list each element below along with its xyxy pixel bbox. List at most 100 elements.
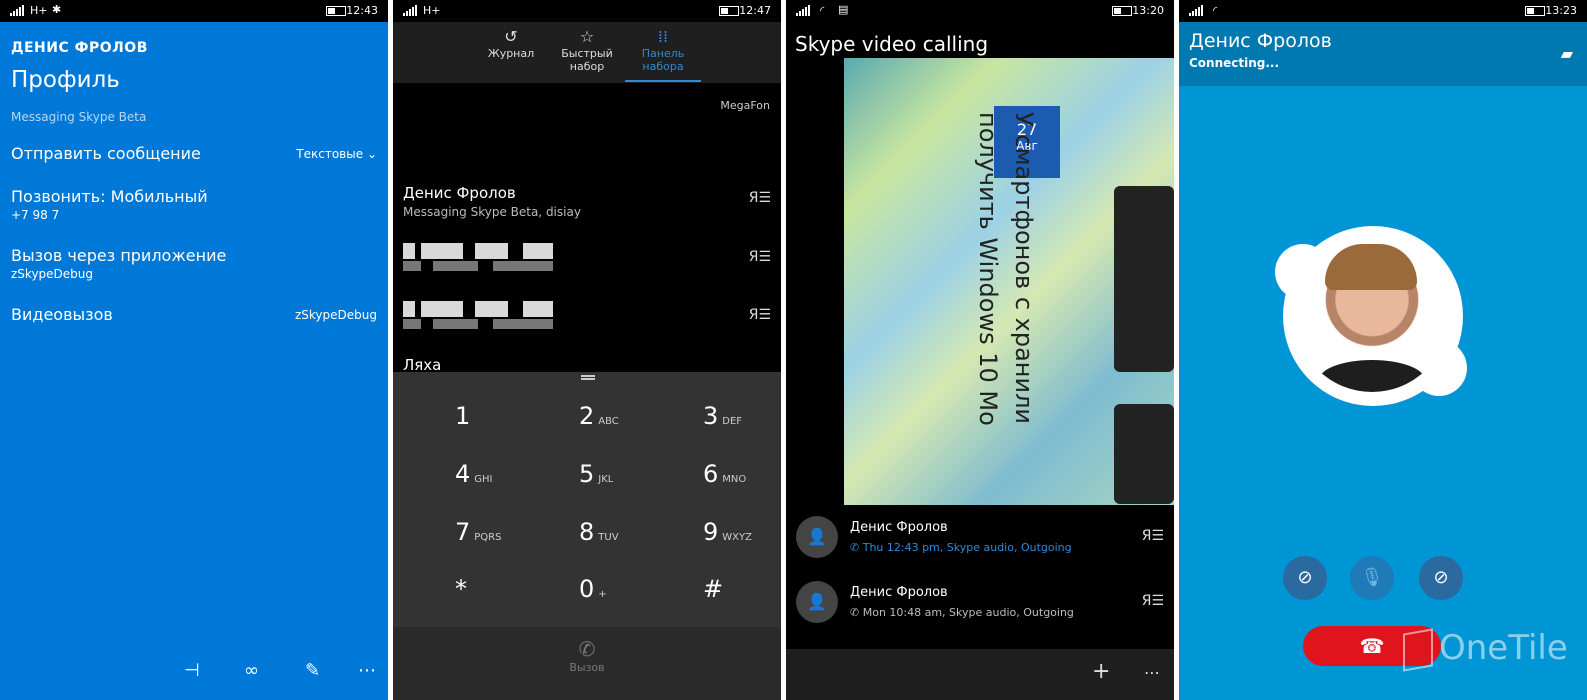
key-5[interactable]: 5 JKL xyxy=(579,460,659,500)
app-bar: ⊣ ∞ ✎ ⋯ xyxy=(0,642,388,700)
key-hash[interactable]: # xyxy=(703,575,781,615)
tab-history[interactable]: ↺ Журнал xyxy=(473,27,549,61)
key-letters: JKL xyxy=(598,474,614,485)
key-9[interactable]: 9 WXYZ xyxy=(703,518,781,558)
drag-handle[interactable] xyxy=(581,375,595,380)
key-letters: GHI xyxy=(474,474,493,485)
battery-icon xyxy=(719,6,739,16)
app-call-action[interactable]: Вызов через приложение zSkypeDebug xyxy=(11,246,377,281)
send-message-action[interactable]: Отправить сообщение Текстовые ⌄ xyxy=(11,144,377,163)
contact-card-icon[interactable]: Я☰ xyxy=(1142,528,1164,544)
key-8[interactable]: 8 TUV xyxy=(579,518,659,558)
add-icon[interactable]: + xyxy=(1092,659,1110,684)
video-text-line2: получить Windows 10 Mo xyxy=(974,112,1002,426)
history-icon: ↺ xyxy=(504,27,518,46)
list-item[interactable]: Денис Фролов Messaging Skype Beta, disia… xyxy=(403,184,771,219)
app-call-label: Вызов через приложение xyxy=(11,246,227,265)
more-icon[interactable]: ⋯ xyxy=(1144,663,1160,682)
key-digit: # xyxy=(703,575,724,603)
clock: 13:20 xyxy=(1132,4,1164,17)
clock: 13:23 xyxy=(1545,4,1577,17)
key-digit: 0 xyxy=(579,575,595,603)
signal-icon xyxy=(403,5,417,16)
video-call-action[interactable]: Видеовызов zSkypeDebug xyxy=(11,305,377,324)
history-detail-text: Thu 12:43 pm, Skype audio, Outgoing xyxy=(862,541,1072,554)
key-letters: TUV xyxy=(598,532,619,543)
key-2[interactable]: 2 ABC xyxy=(579,402,659,442)
carrier-name: MegaFon xyxy=(720,99,770,112)
phone-icon: ✆ xyxy=(850,541,863,554)
contact-card-icon[interactable]: Я☰ xyxy=(749,190,771,206)
watermark-text: OneTile xyxy=(1439,628,1568,668)
key-0[interactable]: 0 + xyxy=(579,575,659,615)
battery-icon xyxy=(1112,6,1132,16)
key-digit: 2 xyxy=(579,402,595,430)
key-star[interactable]: * xyxy=(455,575,535,615)
list-item[interactable]: Я☰ xyxy=(403,243,771,271)
star-icon: ☆ xyxy=(579,27,595,46)
key-7[interactable]: 7 PQRS xyxy=(455,518,535,558)
tab-label: Быстрый набор xyxy=(561,47,613,73)
key-letters: DEF xyxy=(722,416,743,427)
tab-speed-dial[interactable]: ☆ Быстрый набор xyxy=(549,27,625,74)
clock: 12:43 xyxy=(346,4,378,17)
video-preview[interactable]: 27 Авг У смартфонов с хранили получить Wi… xyxy=(844,58,1174,505)
tab-dialpad[interactable]: ⁞⁞ Панель набора xyxy=(625,29,701,74)
edit-icon[interactable]: ✎ xyxy=(305,660,320,681)
history-name: Денис Фролов xyxy=(850,585,948,600)
call-mobile-action[interactable]: Позвонить: Мобильный +7 98 7 xyxy=(11,187,377,222)
microphone-icon: 🎙 xyxy=(1360,567,1384,588)
contact-card-icon[interactable]: Я☰ xyxy=(749,307,771,323)
signal-icon xyxy=(1189,5,1203,16)
contact-card-icon[interactable]: Я☰ xyxy=(749,249,771,265)
key-letters: WXYZ xyxy=(722,532,752,543)
key-3[interactable]: 3 DEF xyxy=(703,402,781,442)
blurred-name xyxy=(403,301,553,317)
active-tab-indicator xyxy=(625,80,701,82)
pin-icon[interactable]: ⊣ xyxy=(184,660,200,681)
hang-up-icon: ☎ xyxy=(1359,634,1385,658)
network-type: H+ xyxy=(30,4,48,17)
chevron-down-icon: ⌄ xyxy=(366,147,377,161)
phone-image xyxy=(1114,272,1174,372)
avatar-hair xyxy=(1325,244,1417,290)
key-letters: MNO xyxy=(722,474,747,485)
page-title: Профиль xyxy=(11,67,120,93)
key-digit: * xyxy=(455,575,467,603)
mute-button[interactable]: 🎙 xyxy=(1350,556,1394,600)
list-item[interactable]: Я☰ xyxy=(403,301,771,329)
call-button[interactable]: ✆ Вызов xyxy=(393,627,781,700)
page-title: Skype video calling xyxy=(795,32,989,56)
call-header: Денис Фролов Connecting... ▰ xyxy=(1179,22,1587,86)
video-off-button[interactable]: ⊘ xyxy=(1283,556,1327,600)
key-letters: PQRS xyxy=(474,532,502,543)
message-type-value: Текстовые xyxy=(296,147,364,161)
list-item[interactable]: 👤 Денис Фролов ✆ Thu 12:43 pm, Skype aud… xyxy=(796,516,1164,566)
speaker-off-icon: ⊘ xyxy=(1433,567,1449,588)
contact-name: ДЕНИС ФРОЛОВ xyxy=(11,40,148,56)
speaker-off-button[interactable]: ⊘ xyxy=(1419,556,1463,600)
link-icon[interactable]: ∞ xyxy=(244,660,259,681)
app-call-value: zSkypeDebug xyxy=(11,267,94,281)
battery-icon xyxy=(1525,6,1545,16)
avatar: 👤 xyxy=(796,581,838,623)
contact-card-icon[interactable]: Я☰ xyxy=(1142,593,1164,609)
clock: 12:47 xyxy=(739,4,771,17)
key-1[interactable]: 1 xyxy=(455,402,535,442)
wifi-icon: ◜ xyxy=(820,4,825,17)
key-4[interactable]: 4 GHI xyxy=(455,460,535,500)
call-label: Вызов xyxy=(569,661,605,674)
chat-icon[interactable]: ▰ xyxy=(1561,44,1573,63)
app-bar: + ⋯ xyxy=(786,649,1174,700)
battery-icon xyxy=(326,6,346,16)
status-bar: H+ 12:47 xyxy=(393,0,781,22)
avatar xyxy=(1295,238,1449,392)
signal-icon xyxy=(10,5,24,16)
call-mobile-label: Позвонить: Мобильный xyxy=(11,187,208,206)
list-item[interactable]: 👤 Денис Фролов ✆ Mon 10:48 am, Skype aud… xyxy=(796,581,1164,631)
video-call-value: zSkypeDebug xyxy=(294,308,377,322)
message-type-dropdown[interactable]: Текстовые ⌄ xyxy=(296,147,377,161)
key-6[interactable]: 6 MNO xyxy=(703,460,781,500)
more-icon[interactable]: ⋯ xyxy=(358,660,376,681)
signal-icon xyxy=(796,5,810,16)
